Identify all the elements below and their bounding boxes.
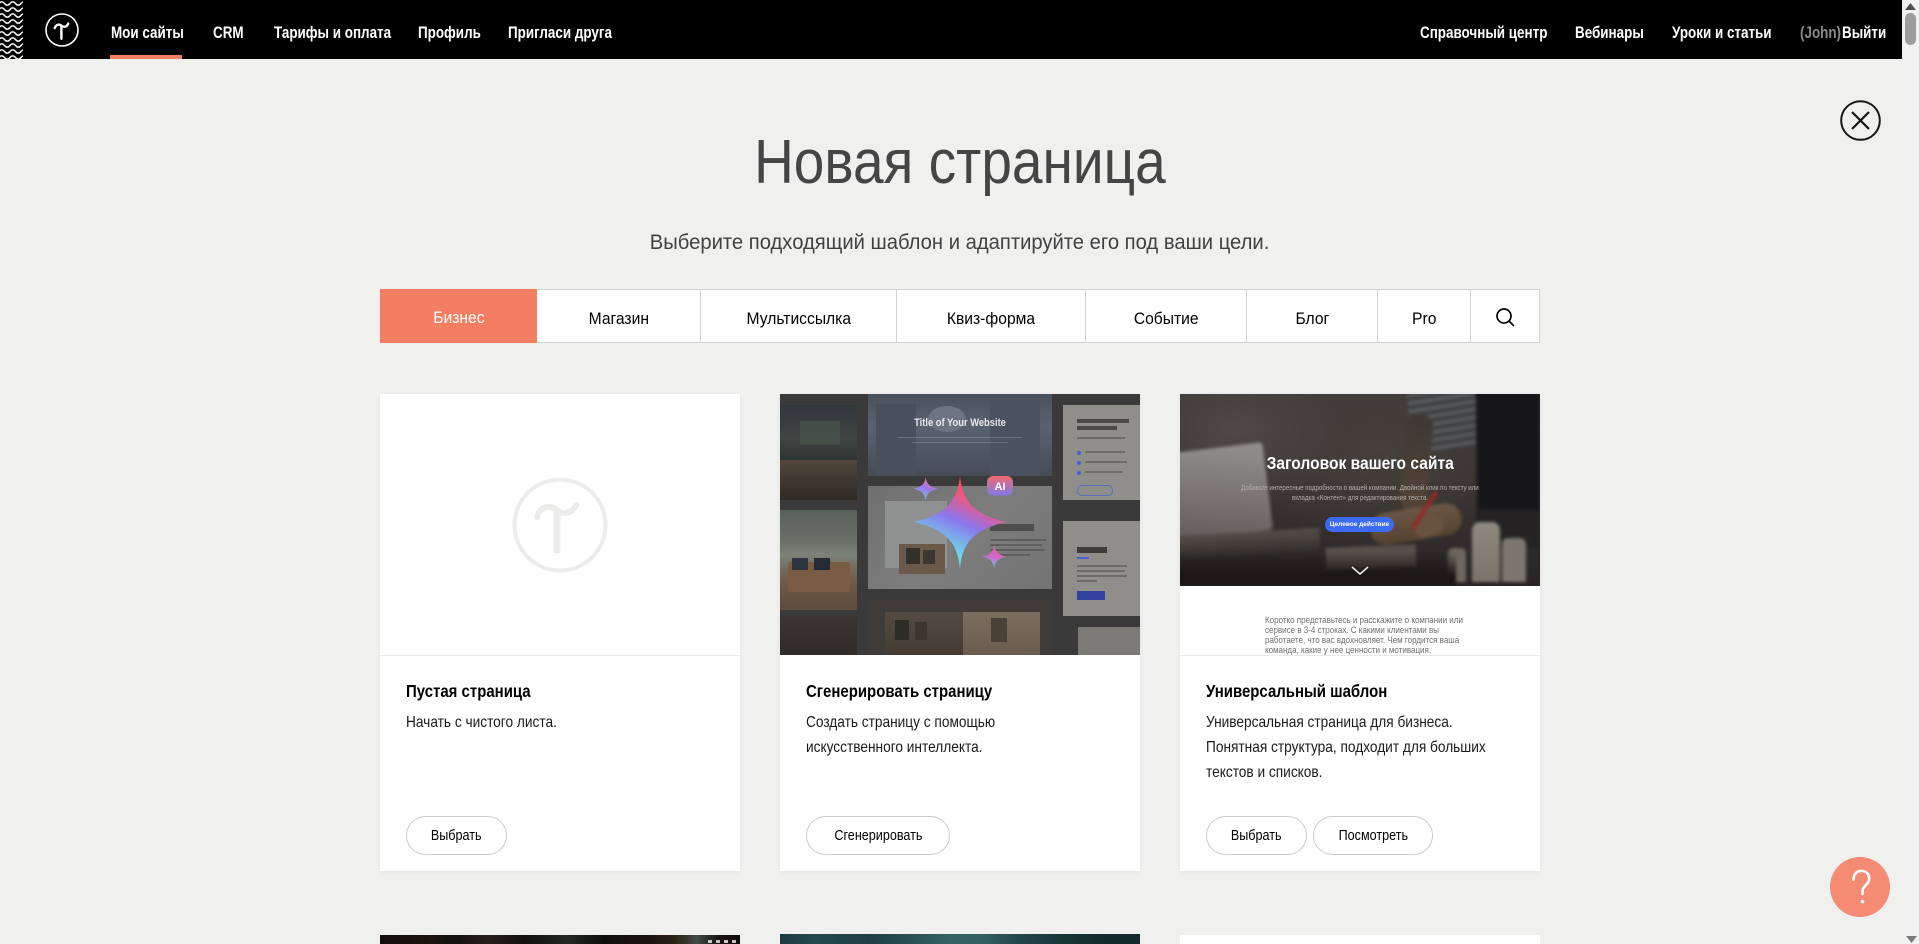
svg-text:AI: AI [995, 481, 1006, 493]
